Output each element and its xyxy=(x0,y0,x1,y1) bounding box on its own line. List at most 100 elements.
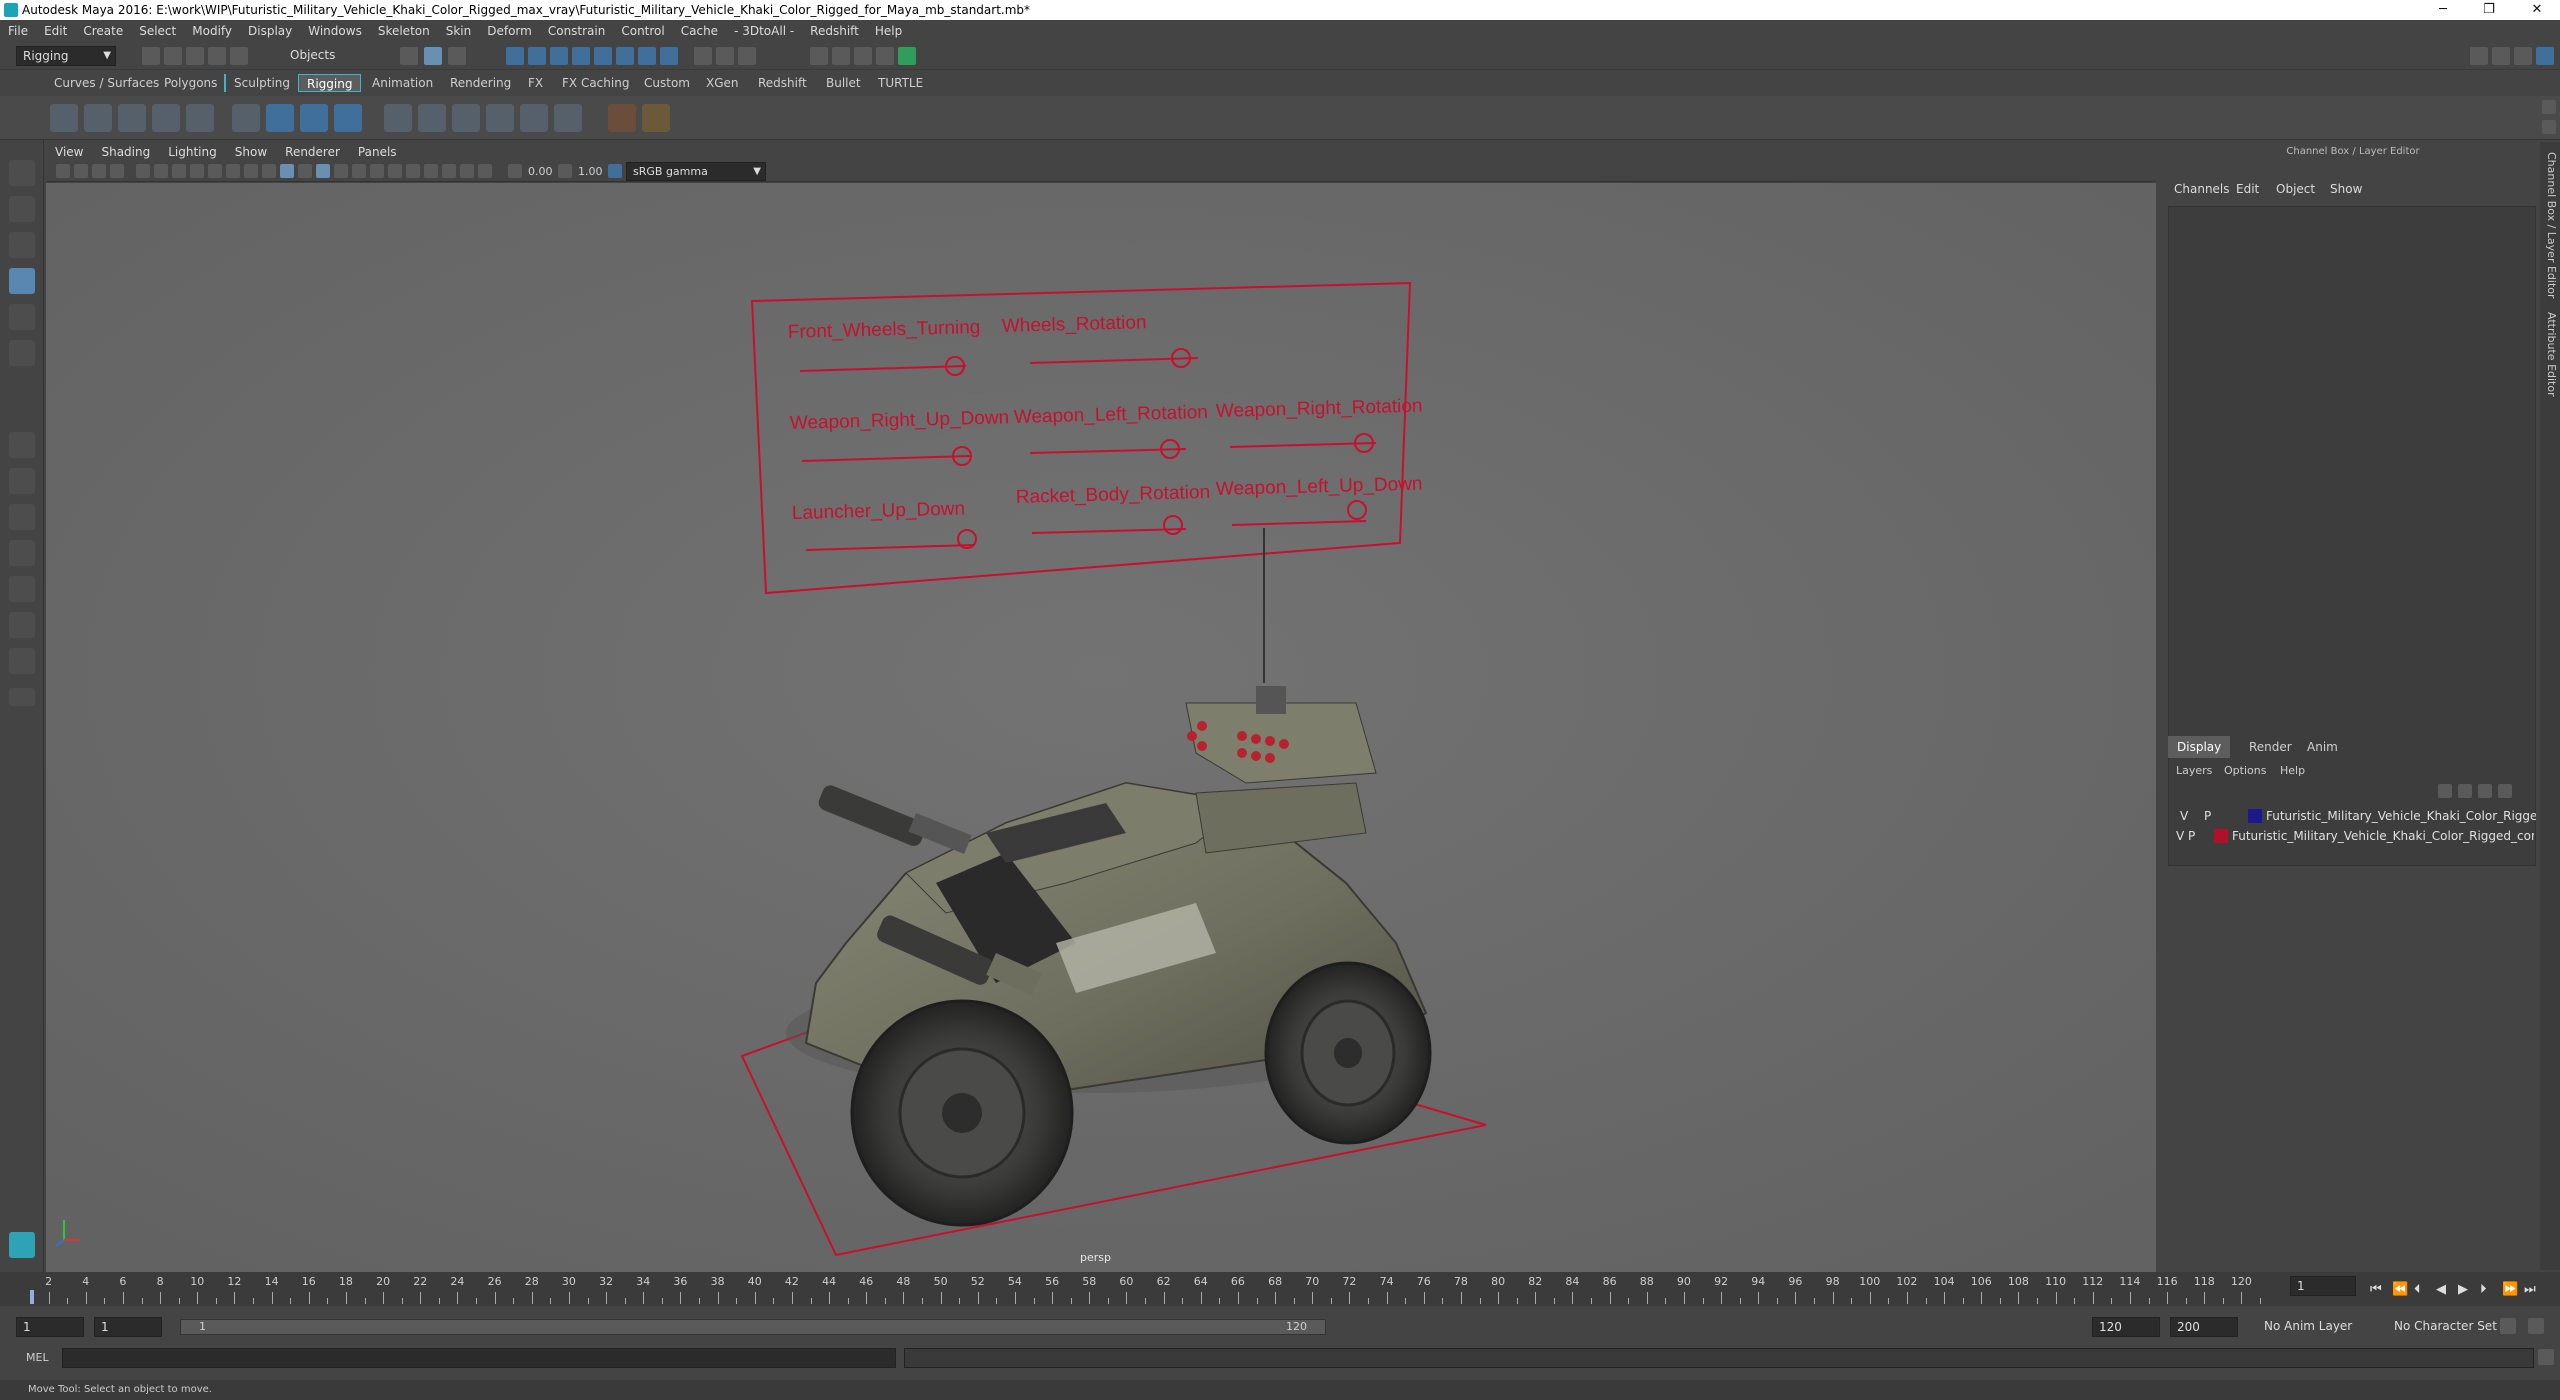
ipr-render-icon[interactable] xyxy=(832,47,850,65)
hypershade-icon[interactable] xyxy=(876,47,894,65)
isolate-select-icon[interactable] xyxy=(442,164,456,178)
render-current-frame-icon[interactable] xyxy=(810,47,828,65)
gate-mask-icon[interactable] xyxy=(190,164,204,178)
joint-tool-icon[interactable] xyxy=(50,104,78,132)
snap-curve-icon[interactable] xyxy=(738,47,756,65)
menu-control[interactable]: Control xyxy=(613,20,672,42)
layer-row[interactable]: V P Futuristic_Military_Vehicle_Khaki_Co… xyxy=(2168,826,2536,846)
menu-constrain[interactable]: Constrain xyxy=(540,20,614,42)
menu-select[interactable]: Select xyxy=(131,20,184,42)
viewport-menu-panels[interactable]: Panels xyxy=(349,142,406,162)
ik-handle-icon[interactable] xyxy=(84,104,112,132)
skin-bind-icon[interactable] xyxy=(642,104,670,132)
rotate-tool-icon[interactable] xyxy=(9,304,35,330)
menu-skin[interactable]: Skin xyxy=(438,20,480,42)
layer-color-swatch[interactable] xyxy=(2248,809,2262,823)
persp-outliner-layout-icon[interactable] xyxy=(9,576,35,602)
shelf-tab-sculpting[interactable]: Sculpting xyxy=(224,74,301,92)
snap-grid-icon[interactable] xyxy=(716,47,734,65)
range-bar[interactable]: 1 120 xyxy=(180,1319,1326,1335)
redshift-render-icon[interactable] xyxy=(898,47,916,65)
menu-edit[interactable]: Edit xyxy=(36,20,75,42)
move-layer-up-icon[interactable] xyxy=(2438,784,2452,798)
menu-skeleton[interactable]: Skeleton xyxy=(370,20,438,42)
select-camera-icon[interactable] xyxy=(56,164,70,178)
menu-deform[interactable]: Deform xyxy=(479,20,540,42)
animation-preferences-icon[interactable] xyxy=(2528,1318,2544,1334)
shadows-icon[interactable] xyxy=(352,164,366,178)
move-tool-icon[interactable] xyxy=(9,268,35,294)
select-object-icon[interactable] xyxy=(424,47,442,65)
scale-tool-icon[interactable] xyxy=(9,340,35,366)
orient-constraint-icon[interactable] xyxy=(452,104,480,132)
step-back-frame-icon[interactable]: ⏴ xyxy=(2414,1282,2421,1297)
animation-start-field[interactable]: 1 xyxy=(16,1317,84,1337)
blend-shape-icon[interactable] xyxy=(334,104,362,132)
menu-windows[interactable]: Windows xyxy=(300,20,370,42)
shelf-tab-redshift[interactable]: Redshift xyxy=(750,74,815,92)
xray-icon[interactable] xyxy=(460,164,474,178)
step-forward-frame-icon[interactable]: ⏵ xyxy=(2480,1282,2487,1297)
anti-aliasing-icon[interactable] xyxy=(406,164,420,178)
more-layouts-icon[interactable] xyxy=(9,688,35,706)
layer-visibility-toggle[interactable]: V xyxy=(2180,806,2188,826)
menu-modify[interactable]: Modify xyxy=(184,20,240,42)
current-time-indicator[interactable] xyxy=(30,1290,34,1304)
pick-mask-rendering-icon[interactable] xyxy=(638,47,656,65)
auto-key-icon[interactable] xyxy=(2500,1318,2516,1334)
humanik-icon[interactable] xyxy=(186,104,214,132)
animation-end-field[interactable]: 200 xyxy=(2170,1317,2238,1337)
close-button[interactable]: ✕ xyxy=(2514,0,2560,20)
pick-mask-deformations-icon[interactable] xyxy=(594,47,612,65)
script-editor-icon[interactable] xyxy=(2538,1349,2554,1365)
menu-help[interactable]: Help xyxy=(867,20,910,42)
camera-attributes-icon[interactable] xyxy=(74,164,88,178)
front-left-wheel[interactable] xyxy=(850,999,1074,1227)
bookmark-icon[interactable] xyxy=(92,164,106,178)
layer-playback-toggle[interactable]: P xyxy=(2188,826,2195,846)
shelf-tab-bullet[interactable]: Bullet xyxy=(818,74,869,92)
modeling-toolkit-icon[interactable] xyxy=(2492,47,2510,65)
step-forward-key-icon[interactable]: ⏩ xyxy=(2502,1282,2518,1297)
shelf-tab-custom[interactable]: Custom xyxy=(636,74,698,92)
pick-mask-misc-icon[interactable] xyxy=(660,47,678,65)
restore-button[interactable]: ❐ xyxy=(2466,0,2512,20)
view-transform-dropdown[interactable]: sRGB gamma ▼ xyxy=(626,162,766,181)
shelf-tab-rigging[interactable]: Rigging xyxy=(298,74,362,92)
menu-create[interactable]: Create xyxy=(75,20,131,42)
layer-tab-render[interactable]: Render xyxy=(2240,736,2301,758)
shelf-tab-xgen[interactable]: XGen xyxy=(698,74,747,92)
shelf-tab-fx-caching[interactable]: FX Caching xyxy=(554,74,637,92)
parent-constraint-icon[interactable] xyxy=(384,104,412,132)
play-forwards-icon[interactable]: ▶ xyxy=(2458,1282,2468,1297)
gamma-icon[interactable] xyxy=(558,164,572,178)
field-chart-icon[interactable] xyxy=(208,164,222,178)
select-tool-icon[interactable] xyxy=(9,160,35,186)
new-empty-layer-icon[interactable] xyxy=(2478,784,2492,798)
current-frame-field[interactable]: 1 xyxy=(2290,1276,2356,1296)
menu-file[interactable]: File xyxy=(0,20,36,42)
playback-end-field[interactable]: 120 xyxy=(2092,1317,2160,1337)
shelf-tab-turtle[interactable]: TURTLE xyxy=(870,74,931,92)
menu-3dtoall[interactable]: - 3DtoAll - xyxy=(726,20,802,42)
image-plane-icon[interactable] xyxy=(110,164,124,178)
layer-menu-layers[interactable]: Layers xyxy=(2176,764,2212,777)
shelf-tab-fx[interactable]: FX xyxy=(520,74,551,92)
motion-blur-icon[interactable] xyxy=(388,164,402,178)
new-scene-icon[interactable] xyxy=(142,47,160,65)
hypershade-layout-icon[interactable] xyxy=(9,648,35,674)
layer-visibility-toggle[interactable]: V xyxy=(2176,826,2184,846)
four-view-layout-icon[interactable] xyxy=(9,504,35,530)
pick-mask-surfaces-icon[interactable] xyxy=(572,47,590,65)
pick-mask-curves-icon[interactable] xyxy=(550,47,568,65)
safe-action-icon[interactable] xyxy=(226,164,240,178)
pick-mask-handles-icon[interactable] xyxy=(506,47,524,65)
viewport-menu-show[interactable]: Show xyxy=(226,142,276,162)
pick-mask-dynamics-icon[interactable] xyxy=(616,47,634,65)
menu-cache[interactable]: Cache xyxy=(673,20,726,42)
shelf-tab-curves-surfaces[interactable]: Curves / Surfaces xyxy=(46,74,167,92)
selection-mode-dropdown[interactable]: Objects xyxy=(284,46,384,66)
open-scene-icon[interactable] xyxy=(164,47,182,65)
last-tool-icon[interactable] xyxy=(9,432,35,458)
shelf-tab-rendering[interactable]: Rendering xyxy=(442,74,519,92)
